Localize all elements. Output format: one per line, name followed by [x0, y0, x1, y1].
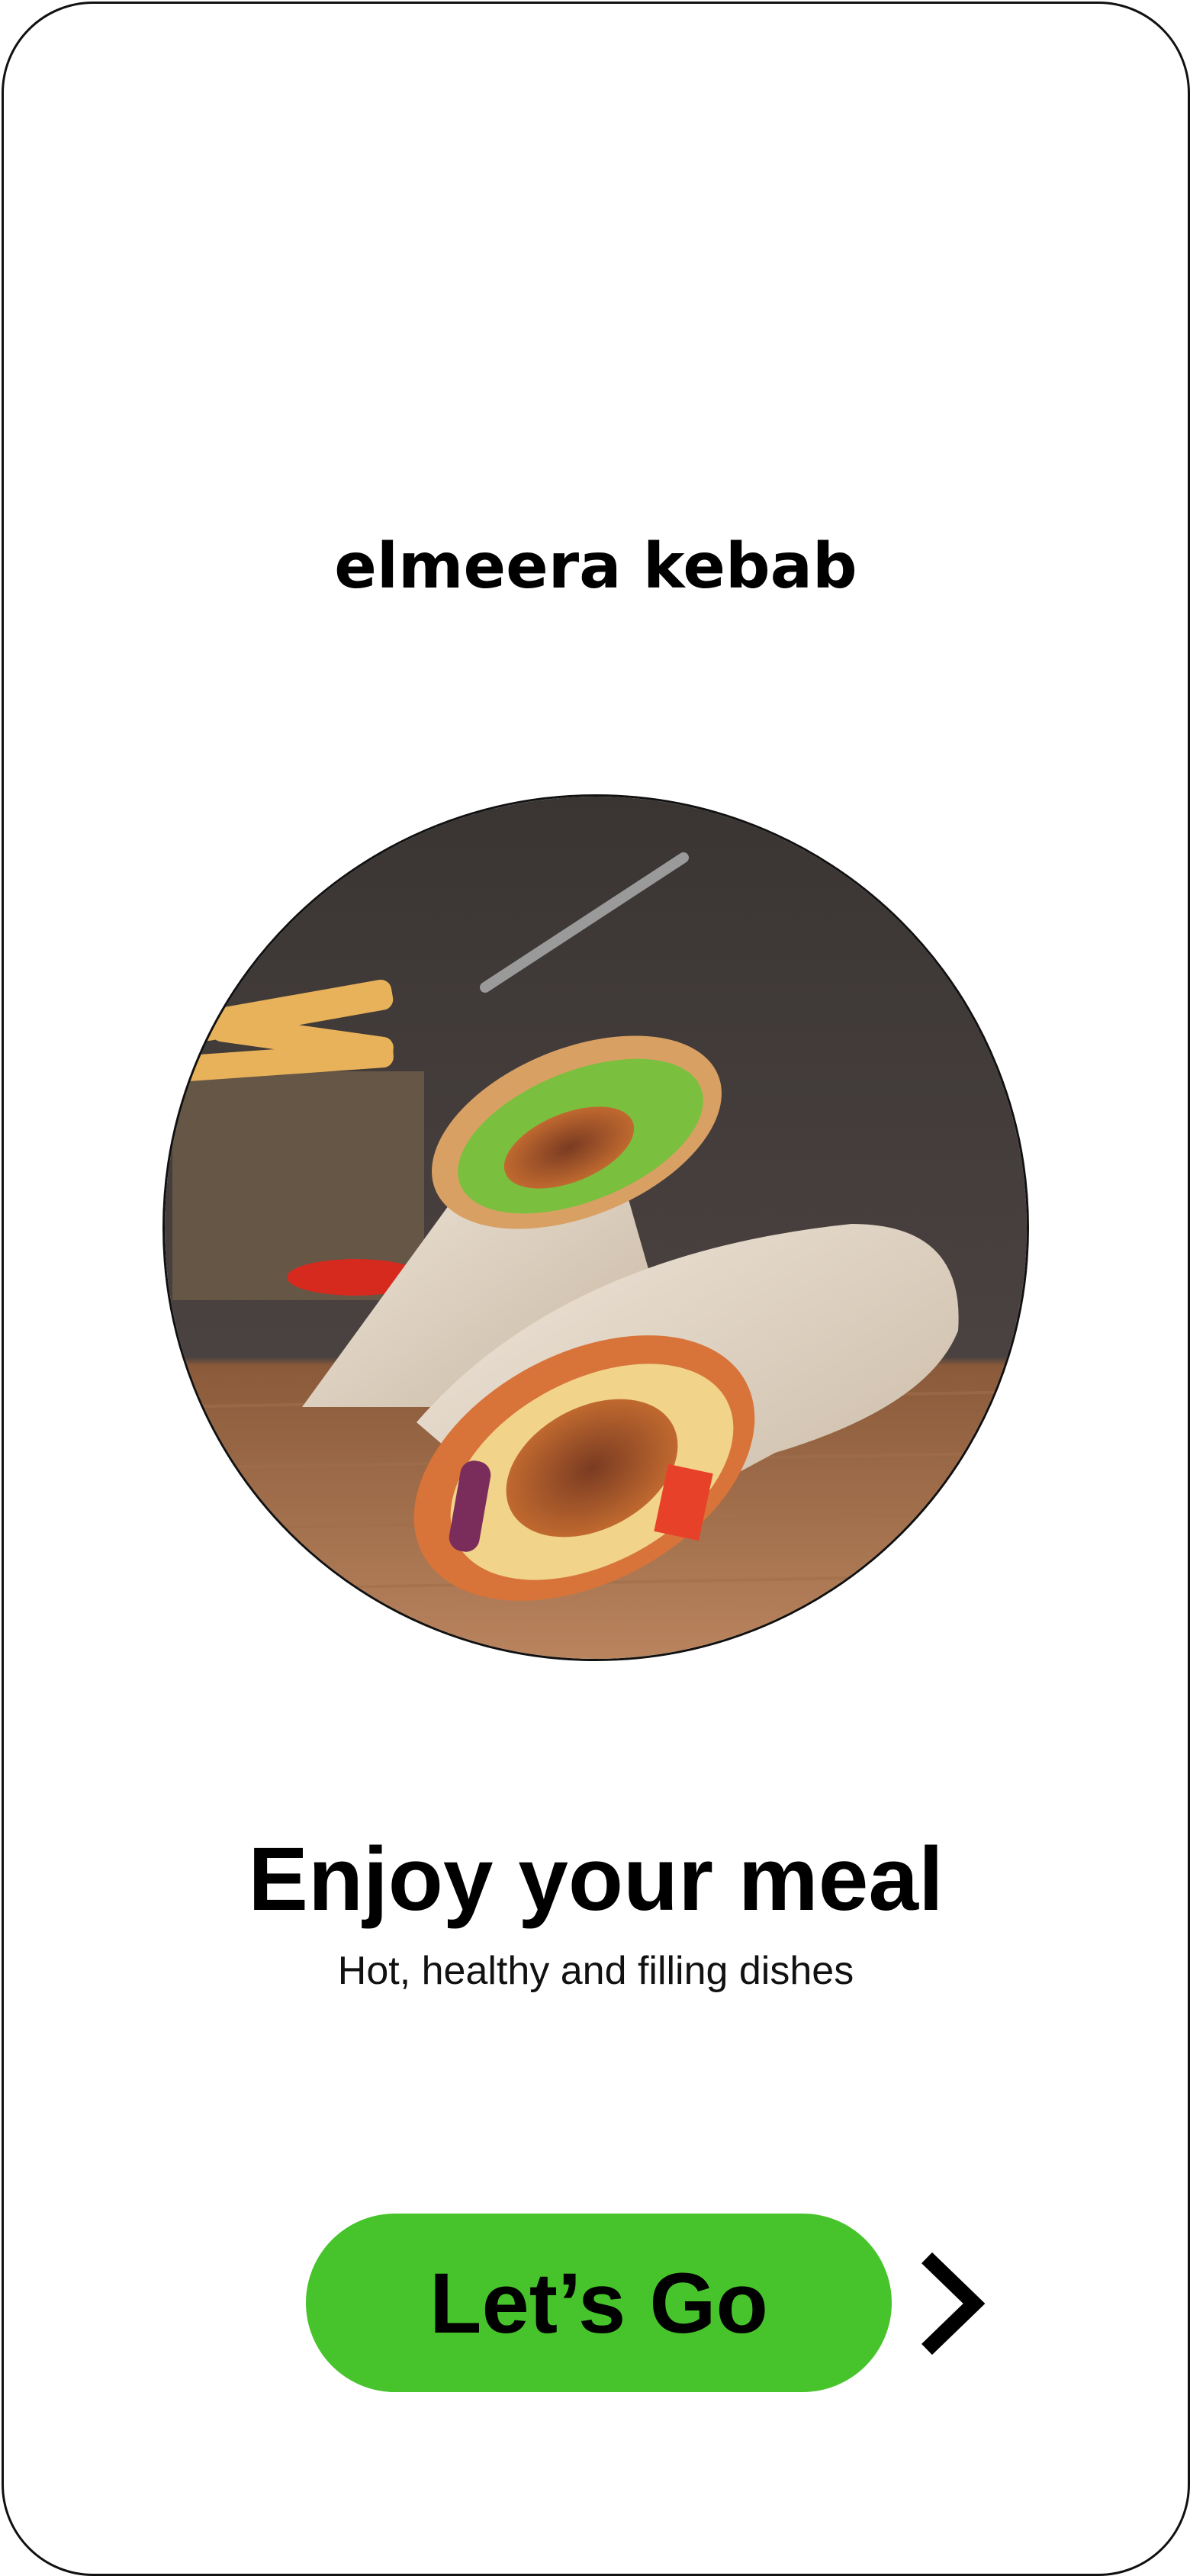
headline-title: Enjoy your meal	[248, 1829, 944, 1930]
screen-frame: elmeera kebab Enjoy your meal Hot, healt…	[2, 2, 1190, 2576]
chevron-right-icon[interactable]	[919, 2252, 988, 2355]
lets-go-button[interactable]: Let’s Go	[306, 2214, 892, 2392]
headline-subtitle: Hot, healthy and filling dishes	[337, 1949, 854, 1993]
kebab-wrap-image	[162, 794, 1029, 1661]
brand-title: elmeera kebab	[334, 530, 857, 603]
lets-go-label: Let’s Go	[429, 2255, 768, 2351]
